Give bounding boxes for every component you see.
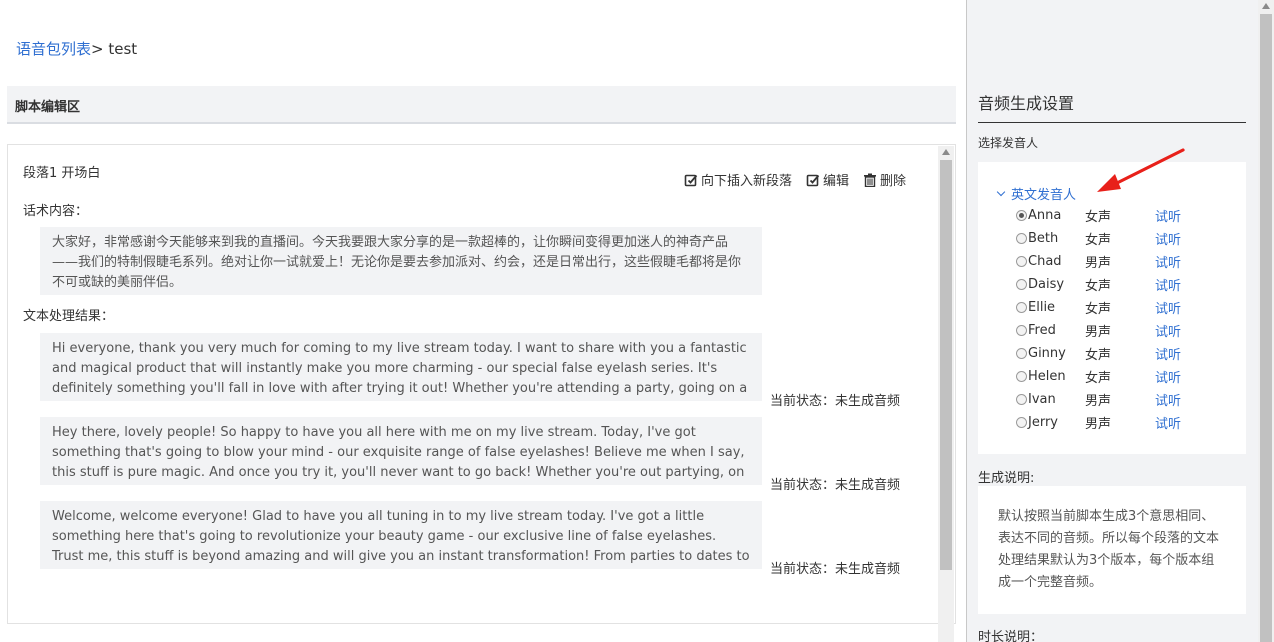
speaker-name: Anna [1028,208,1062,223]
speaker-radio[interactable] [1016,417,1027,428]
edit-check-icon [806,174,820,186]
settings-divider [978,122,1246,123]
speaker-radio[interactable] [1016,279,1027,290]
speaker-gender: 女声 [1085,371,1112,386]
speaker-gender: 女声 [1085,210,1112,225]
speaker-gender: 男声 [1085,256,1112,271]
paragraph-actions: 向下插入新段落 编辑 删除 [684,170,906,189]
edit-paragraph-label: 编辑 [823,174,850,189]
insert-paragraph-button[interactable]: 向下插入新段落 [684,170,792,189]
speaker-name: Ginny [1028,346,1066,361]
speaker-row-fred[interactable]: Fred 男声 试听 [1016,321,1236,340]
script-editor: 段落1 开场白 向下插入新段落 编辑 删除 话术内容： 大家好，非常感谢今天能够… [7,144,956,624]
speaker-row-beth[interactable]: Beth 女声 试听 [1016,229,1236,248]
script-content-text[interactable]: 大家好，非常感谢今天能够来到我的直播间。今天我要跟大家分享的是一款超棒的，让你瞬… [40,227,762,295]
speaker-name: Daisy [1028,277,1065,292]
speaker-radio[interactable] [1016,394,1027,405]
listen-button[interactable]: 试听 [1155,206,1181,225]
english-speaker-group-toggle[interactable]: 英文发音人 [996,184,1077,203]
speaker-list: 英文发音人 Anna 女声 试听 Beth 女声 试听 Chad 男声 试听 Daisy 女声 试听 E… [978,162,1246,454]
script-content-label: 话术内容： [23,204,89,219]
speaker-radio[interactable] [1016,256,1027,267]
speaker-row-ginny[interactable]: Ginny 女声 试听 [1016,344,1236,363]
speaker-row-daisy[interactable]: Daisy 女声 试听 [1016,275,1236,294]
insert-paragraph-label: 向下插入新段落 [701,174,793,189]
speaker-name: Jerry [1028,415,1058,430]
speaker-radio[interactable] [1016,371,1027,382]
speaker-row-chad[interactable]: Chad 男声 试听 [1016,252,1236,271]
listen-button[interactable]: 试听 [1155,321,1181,340]
paragraph-title: 段落1 开场白 [23,166,101,181]
speaker-gender: 男声 [1085,394,1112,409]
chevron-down-icon [996,187,1006,196]
select-speaker-label: 选择发音人 [978,136,1039,150]
speaker-name: Ellie [1028,300,1056,315]
result-status-2: 当前状态：未生成音频 [770,478,901,493]
section-title: 脚本编辑区 [15,100,81,115]
speaker-radio[interactable] [1016,233,1027,244]
speaker-radio[interactable] [1016,210,1027,221]
audio-settings-panel: 音频生成设置 选择发音人 英文发音人 Anna 女声 试听 Beth 女声 试听 Chad 男… [966,0,1258,642]
settings-title: 音频生成设置 [978,94,1075,113]
delete-paragraph-button[interactable]: 删除 [863,170,906,189]
result-version-3[interactable]: Welcome, welcome everyone! Glad to have … [40,501,762,569]
listen-button[interactable]: 试听 [1155,229,1181,248]
speaker-row-ivan[interactable]: Ivan 男声 试听 [1016,390,1236,409]
listen-button[interactable]: 试听 [1155,413,1181,432]
speaker-gender: 男声 [1085,417,1112,432]
script-editor-header: 脚本编辑区 [7,86,956,124]
result-status-3: 当前状态：未生成音频 [770,562,901,577]
listen-button[interactable]: 试听 [1155,298,1181,317]
speaker-name: Chad [1028,254,1062,269]
edit-paragraph-button[interactable]: 编辑 [806,170,849,189]
speaker-name: Ivan [1028,392,1056,407]
breadcrumb-separator: > [91,40,109,58]
result-status-1: 当前状态：未生成音频 [770,394,901,409]
editor-scrollbar-thumb[interactable] [940,160,952,570]
speaker-row-anna[interactable]: Anna 女声 试听 [1016,206,1236,225]
listen-button[interactable]: 试听 [1155,344,1181,363]
scroll-up-arrow-icon[interactable] [1262,3,1270,9]
listen-button[interactable]: 试听 [1155,252,1181,271]
edit-check-icon [684,174,698,186]
listen-button[interactable]: 试听 [1155,367,1181,386]
speaker-row-jerry[interactable]: Jerry 男声 试听 [1016,413,1236,432]
generation-note-text: 默认按照当前脚本生成3个意思相同、表达不同的音频。所以每个段落的文本处理结果默认… [978,486,1246,614]
result-version-1[interactable]: Hi everyone, thank you very much for com… [40,333,762,401]
speaker-gender: 女声 [1085,348,1112,363]
speaker-name: Beth [1028,231,1059,246]
generation-note-label: 生成说明: [978,471,1035,486]
speaker-radio[interactable] [1016,325,1027,336]
text-result-label: 文本处理结果： [23,309,115,324]
listen-button[interactable]: 试听 [1155,390,1181,409]
speaker-gender: 女声 [1085,279,1112,294]
speaker-name: Fred [1028,323,1056,338]
listen-button[interactable]: 试听 [1155,275,1181,294]
speaker-row-ellie[interactable]: Ellie 女声 试听 [1016,298,1236,317]
result-version-2[interactable]: Hey there, lovely people! So happy to ha… [40,417,762,485]
trash-icon [864,173,877,187]
breadcrumb: 语音包列表> test [16,38,137,59]
page-scrollbar[interactable] [1258,0,1274,642]
breadcrumb-link-voice-pack-list[interactable]: 语音包列表 [16,40,91,58]
speaker-radio[interactable] [1016,348,1027,359]
scroll-up-arrow-icon[interactable] [942,149,950,155]
editor-scrollbar[interactable] [938,146,954,642]
duration-note-label: 时长说明： [978,630,1044,642]
speaker-group-label: 英文发音人 [1011,188,1077,203]
speaker-radio[interactable] [1016,302,1027,313]
speaker-gender: 男声 [1085,325,1112,340]
speaker-gender: 女声 [1085,302,1112,317]
breadcrumb-current: test [108,40,138,58]
page-scrollbar-thumb[interactable] [1260,14,1272,642]
delete-paragraph-label: 删除 [880,174,907,189]
speaker-row-helen[interactable]: Helen 女声 试听 [1016,367,1236,386]
speaker-gender: 女声 [1085,233,1112,248]
speaker-name: Helen [1028,369,1066,384]
